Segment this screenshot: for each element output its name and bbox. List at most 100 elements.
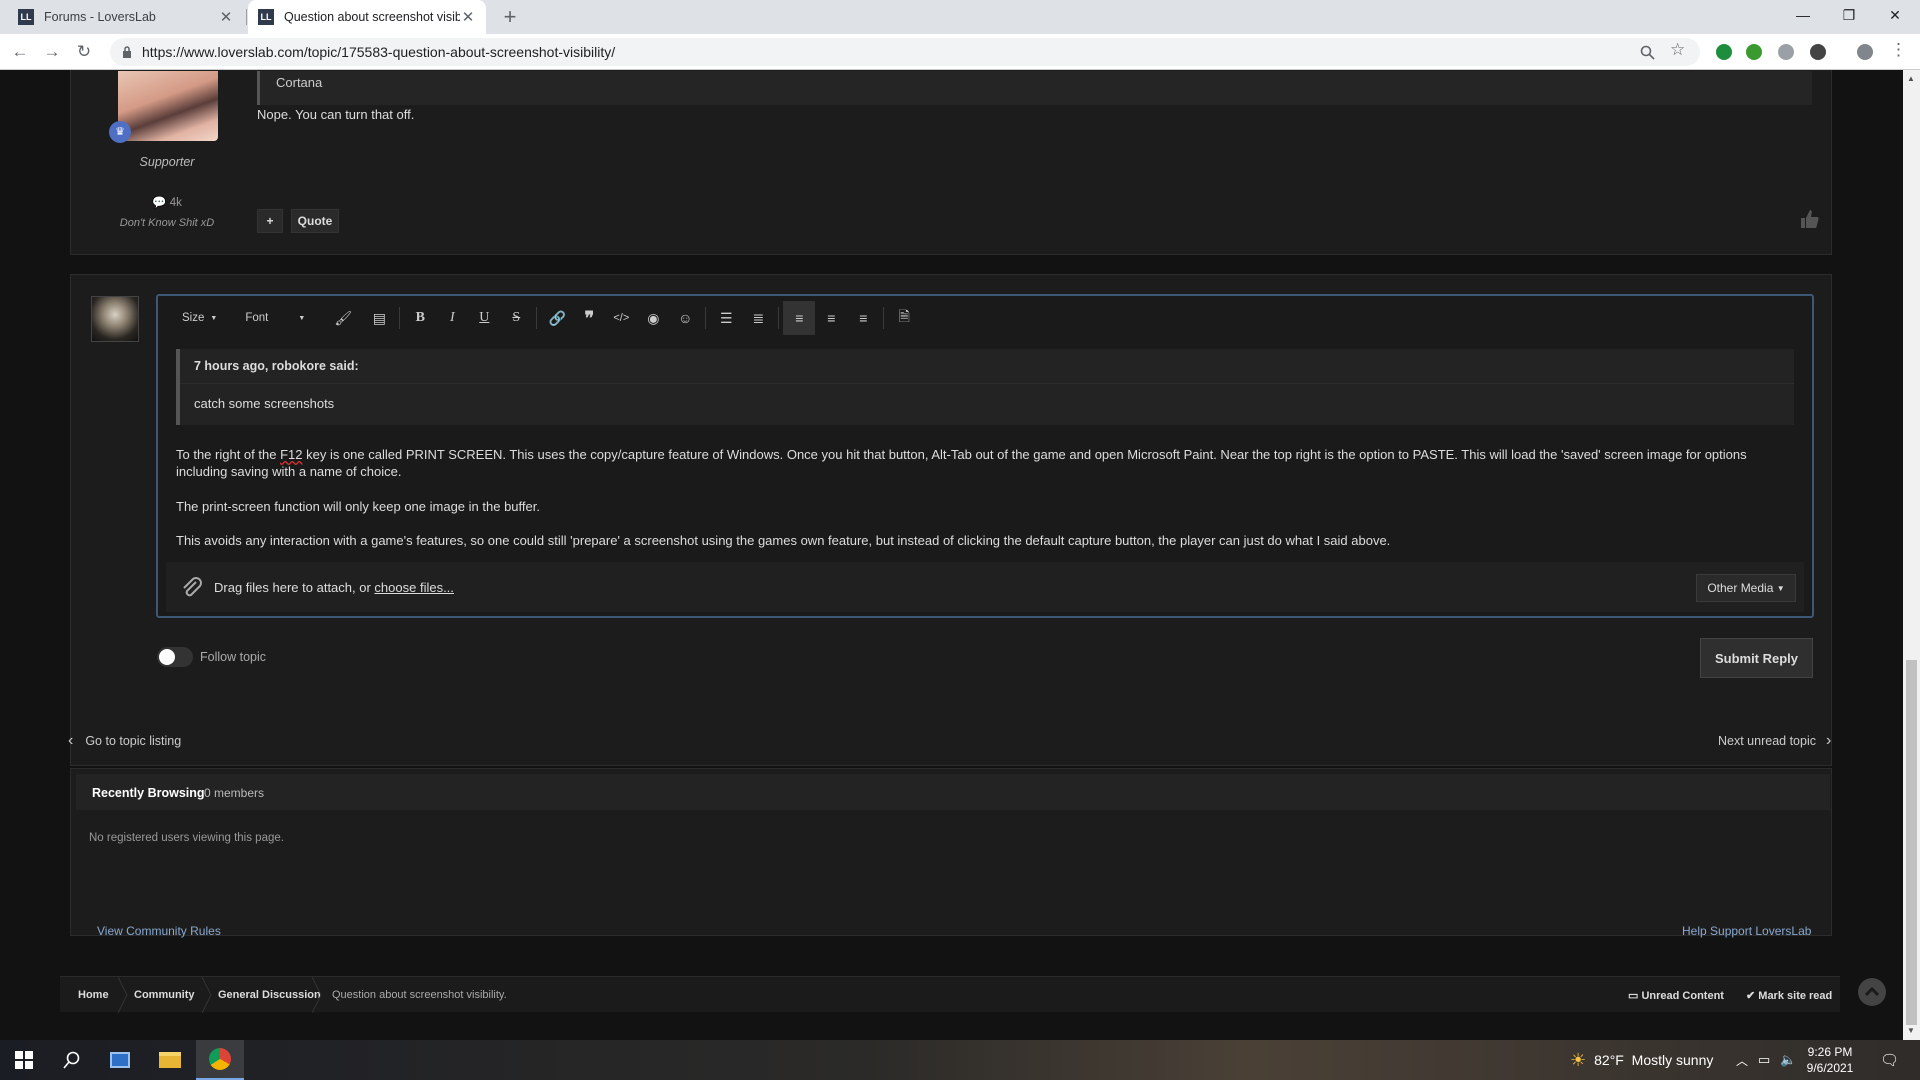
minimize-button[interactable]: — (1780, 0, 1826, 30)
thumbs-up-icon[interactable] (1799, 209, 1819, 229)
breadcrumb-community[interactable]: Community (134, 989, 195, 1001)
background-color-icon[interactable]: ▤ (363, 301, 395, 335)
quote-button[interactable]: Quote (291, 209, 339, 233)
scroll-to-top-button[interactable] (1858, 978, 1886, 1006)
underline-icon[interactable]: U (468, 301, 500, 335)
spoiler-eye-icon[interactable]: ◉ (637, 301, 669, 335)
windows-logo-icon (15, 1051, 33, 1069)
tab-divider (246, 9, 247, 25)
system-clock[interactable]: 9:26 PM 9/6/2021 (1790, 1044, 1870, 1076)
address-bar[interactable]: https://www.loverslab.com/topic/175583-q… (110, 38, 1700, 66)
choose-files-link[interactable]: choose files... (374, 580, 454, 595)
menu-dots-icon[interactable]: ⋮ (1890, 40, 1907, 60)
url-text: https://www.loverslab.com/topic/175583-q… (142, 44, 616, 60)
tray-overflow-icon[interactable]: ︿ (1736, 1040, 1748, 1080)
profile-avatar[interactable] (1857, 44, 1873, 60)
browser-tab-topic[interactable]: LL Question about screenshot visibi ✕ (248, 0, 486, 34)
quote-icon[interactable]: ❞ (573, 301, 605, 335)
align-right-icon[interactable]: ≡ (847, 301, 879, 335)
adblock-extension-icon[interactable] (1778, 44, 1794, 60)
quote-author: Cortana (276, 75, 323, 90)
source-document-icon[interactable]: 🗎 (888, 301, 920, 335)
font-size-dropdown[interactable]: Size ▼ (174, 301, 225, 335)
strikethrough-icon[interactable]: S (500, 301, 532, 335)
user-avatar[interactable] (91, 296, 139, 342)
close-window-button[interactable]: ✕ (1872, 0, 1918, 30)
caret-down-icon: ▼ (1776, 583, 1785, 593)
shield-extension-icon[interactable] (1716, 44, 1732, 60)
code-icon[interactable]: </> (605, 301, 637, 335)
media-extension-icon[interactable] (1810, 44, 1826, 60)
breadcrumb-home[interactable]: Home (78, 989, 109, 1001)
checkmark-icon: ✔ (1746, 990, 1756, 1002)
forward-icon[interactable]: → (40, 40, 64, 64)
tab-title: Forums - LoversLab (44, 10, 156, 24)
site-favicon: LL (18, 9, 34, 25)
text-segment: To the right of the (176, 447, 281, 462)
other-media-label: Other Media (1707, 581, 1774, 595)
other-media-dropdown[interactable]: Other Media ▼ (1696, 574, 1796, 602)
align-left-icon[interactable]: ≡ (783, 301, 816, 335)
text-segment: , so one could still 'prepare' a screens… (463, 533, 1391, 548)
weather-widget[interactable]: ☀ 82°F Mostly sunny (1570, 1040, 1713, 1080)
previous-post: ♛ Supporter 💬 4k Don't Know Shit xD Cort… (70, 70, 1832, 255)
page-scrollbar[interactable]: ▲ ▼ (1903, 70, 1920, 1040)
multiquote-button[interactable]: + (257, 209, 283, 233)
file-explorer-icon[interactable] (146, 1040, 194, 1080)
font-family-dropdown[interactable]: Font ▼ (237, 301, 313, 335)
windows-start-icon[interactable] (0, 1040, 48, 1080)
go-to-topic-listing-link[interactable]: ‹ Go to topic listing (68, 732, 181, 750)
mark-read-label: Mark site read (1758, 990, 1833, 1002)
scrollbar-thumb[interactable] (1906, 660, 1917, 1025)
help-support-link[interactable]: Help Support LoversLab (1682, 924, 1811, 938)
scroll-down-arrow-icon[interactable]: ▼ (1907, 1026, 1915, 1035)
bold-icon[interactable]: B (404, 301, 436, 335)
browser-tab-forums[interactable]: LL Forums - LoversLab ✕ (8, 0, 244, 34)
follow-topic-toggle[interactable] (157, 647, 193, 667)
text-color-icon[interactable]: 🖌 (327, 301, 359, 335)
numbered-list-icon[interactable]: ≣ (742, 301, 774, 335)
search-icon[interactable] (48, 1040, 96, 1080)
reply-paragraph-1: To the right of the F12 key is one calle… (176, 446, 1788, 480)
link-icon[interactable]: 🔗 (541, 301, 573, 335)
chrome-taskbar-icon[interactable] (196, 1040, 244, 1080)
align-center-icon[interactable]: ≡ (815, 301, 847, 335)
attach-instructions: Drag files here to attach, or choose fil… (214, 580, 454, 595)
reply-paragraph-2: The print-screen function will only keep… (176, 499, 540, 514)
emoji-icon[interactable]: ☺ (669, 301, 701, 335)
breadcrumb-general-discussion[interactable]: General Discussion (218, 989, 321, 1001)
italic-icon[interactable]: I (436, 301, 468, 335)
chevron-up-icon (1864, 986, 1880, 997)
app-store-icon[interactable] (96, 1040, 144, 1080)
restore-button[interactable]: ❐ (1826, 0, 1872, 30)
mark-site-read-link[interactable]: ✔ Mark site read (1746, 989, 1832, 1002)
back-icon[interactable]: ← (8, 40, 32, 64)
submit-reply-button[interactable]: Submit Reply (1700, 638, 1813, 678)
close-tab-icon[interactable]: ✕ (218, 8, 234, 26)
close-tab-icon[interactable]: ✕ (460, 8, 476, 26)
windows-taskbar: ☀ 82°F Mostly sunny ︿ ▭ 🔈 9:26 PM 9/6/20… (0, 1040, 1920, 1080)
breadcrumb: Home Community General Discussion Questi… (60, 976, 1840, 1013)
community-rules-link[interactable]: View Community Rules (97, 924, 221, 938)
reload-icon[interactable]: ↻ (72, 40, 96, 64)
grammar-extension-icon[interactable] (1746, 44, 1762, 60)
reply-editor[interactable]: Size ▼ Font ▼ 🖌 ▤ B I U S 🔗 ❞ </> ◉ ☺ ☰ ≣ … (156, 294, 1814, 618)
caret-down-icon: ▼ (210, 314, 218, 322)
author-avatar[interactable] (118, 71, 218, 141)
next-unread-topic-link[interactable]: Next unread topic › (1718, 732, 1831, 750)
unread-content-link[interactable]: ▭ Unread Content (1628, 989, 1724, 1002)
text-segment: This avoids any interaction with a game'… (176, 533, 417, 548)
bookmark-star-icon[interactable]: ☆ (1670, 40, 1685, 60)
new-tab-button[interactable]: + (498, 5, 522, 29)
breadcrumb-current: Question about screenshot visibility. (332, 989, 507, 1001)
bullet-list-icon[interactable]: ☰ (710, 301, 742, 335)
scroll-up-arrow-icon[interactable]: ▲ (1907, 74, 1915, 83)
notification-center-icon[interactable]: 🗨 (1880, 1040, 1899, 1080)
weather-temperature: 82°F (1594, 1052, 1624, 1068)
quoted-reply: 7 hours ago, robokore said: catch some s… (176, 349, 1794, 425)
attachment-dropzone[interactable]: Drag files here to attach, or choose fil… (166, 562, 1804, 612)
reply-paragraph-3: This avoids any interaction with a game'… (176, 532, 1788, 549)
zoom-icon[interactable] (1640, 45, 1655, 60)
follow-topic-label: Follow topic (200, 650, 266, 664)
network-icon[interactable]: ▭ (1758, 1040, 1770, 1080)
